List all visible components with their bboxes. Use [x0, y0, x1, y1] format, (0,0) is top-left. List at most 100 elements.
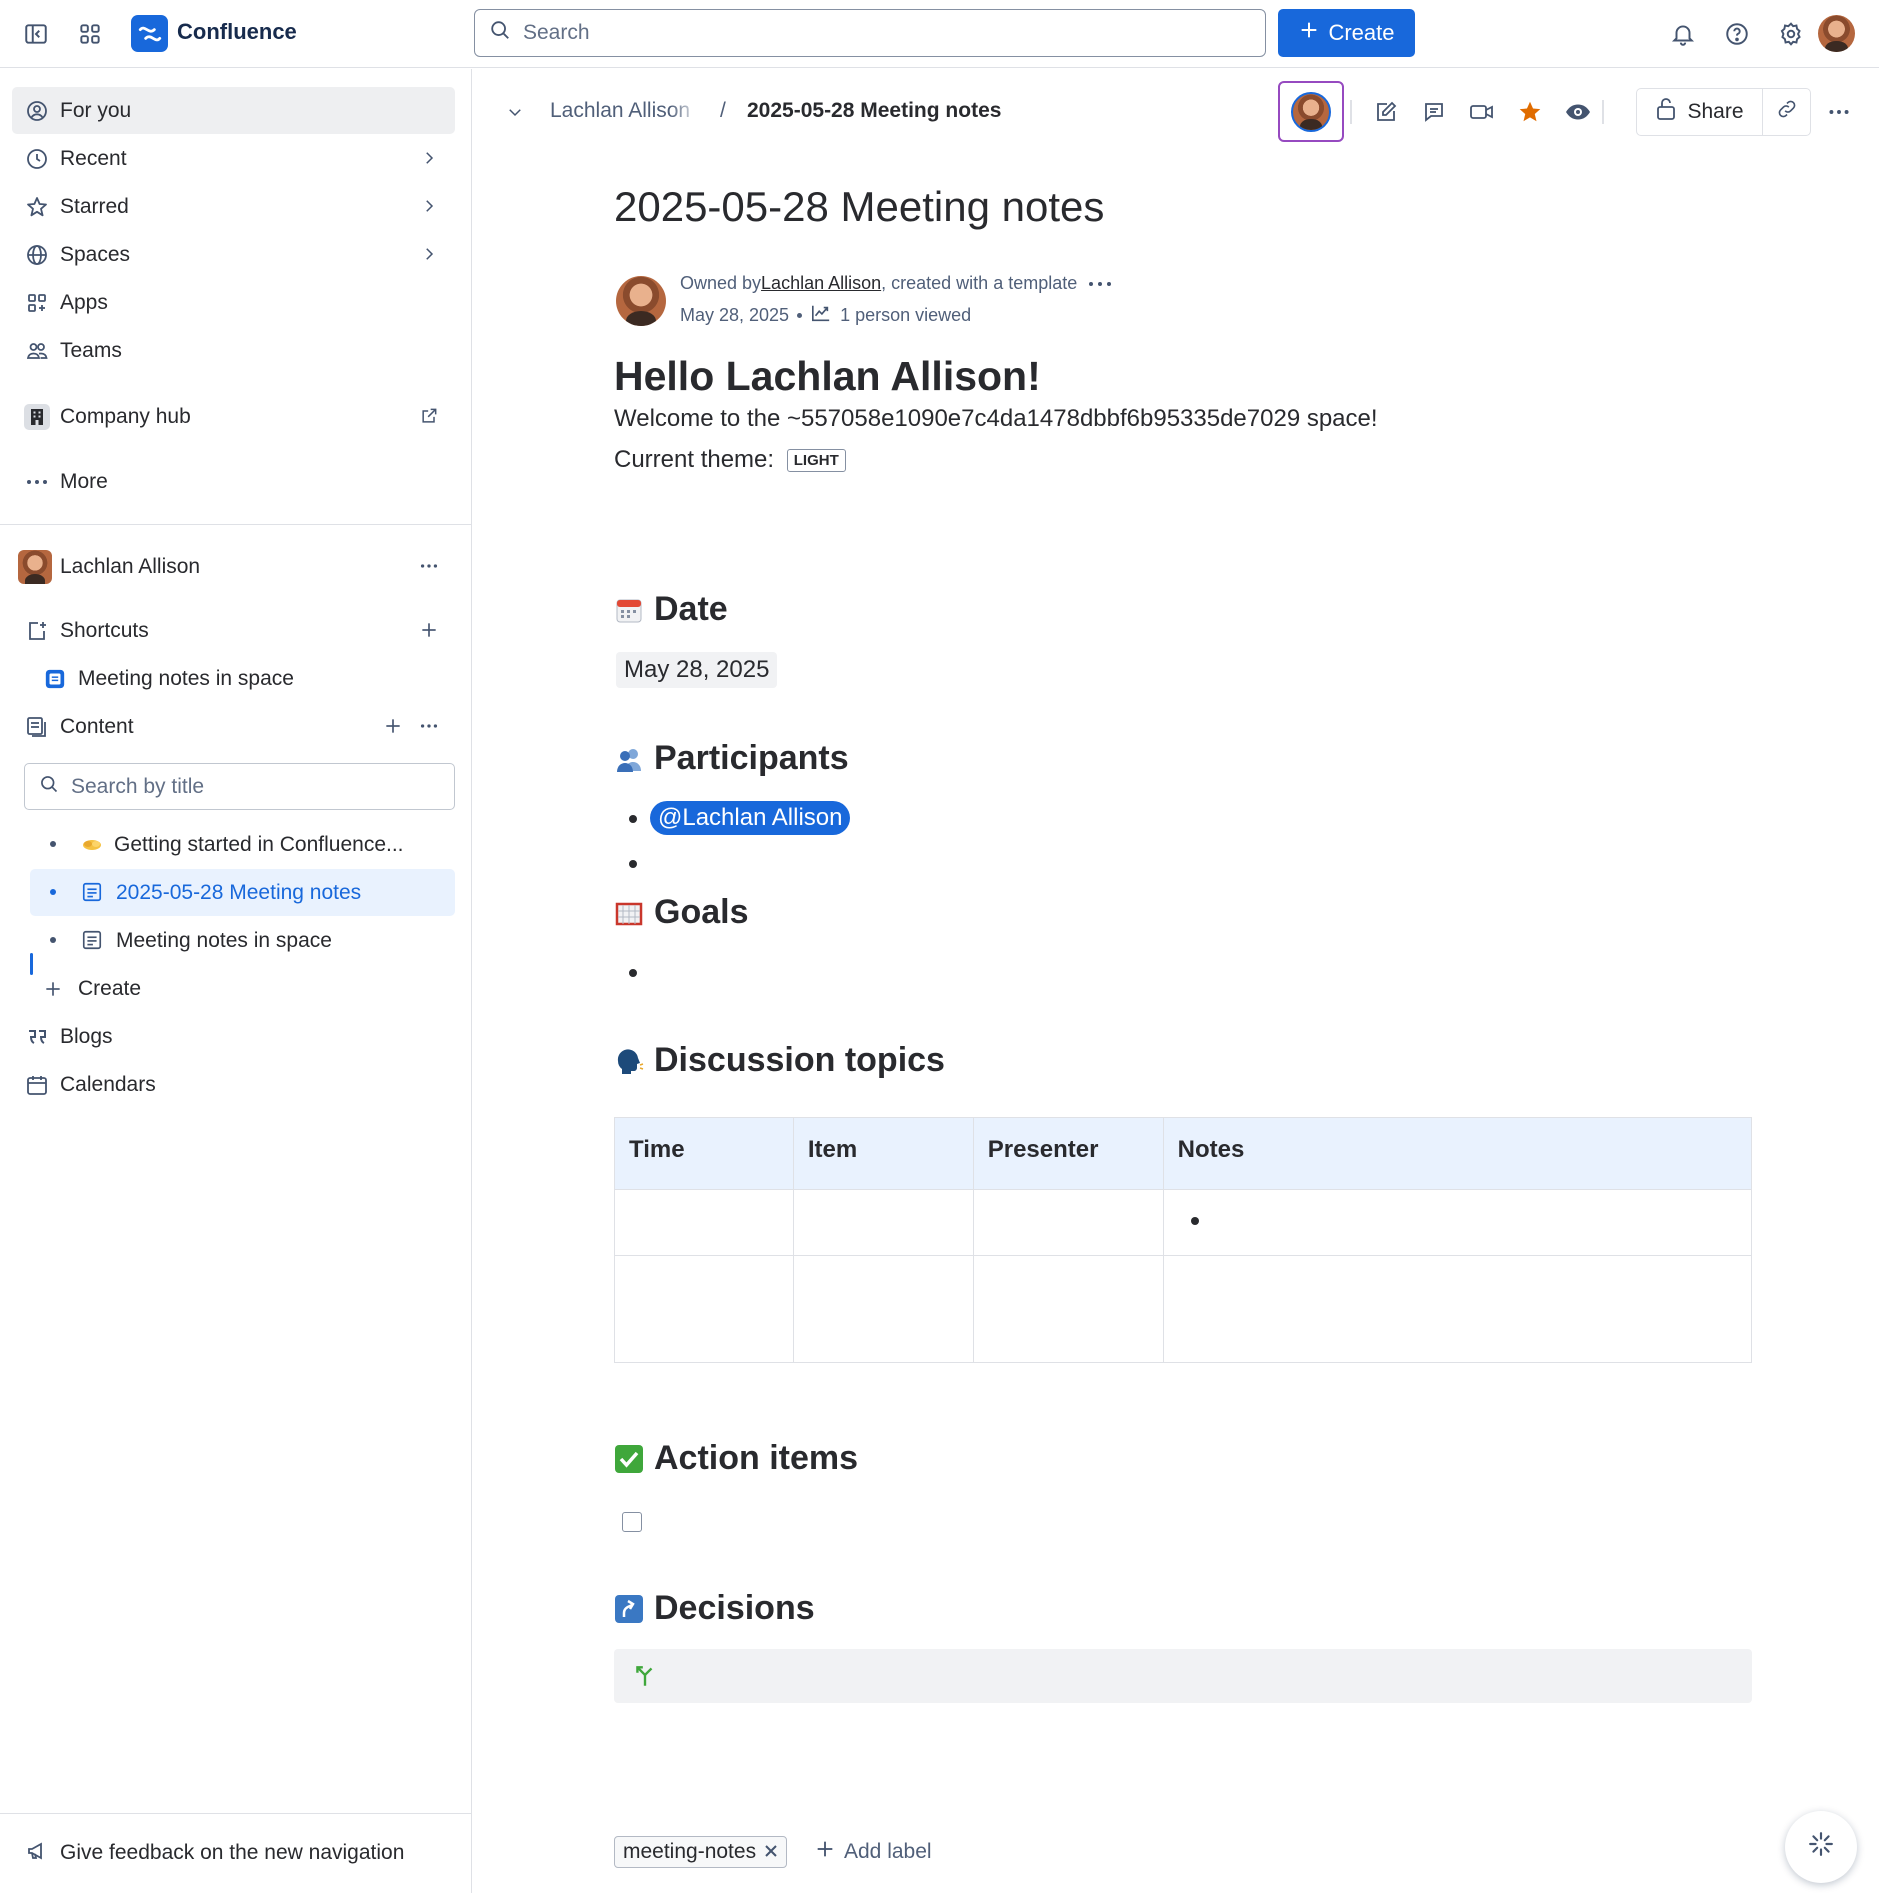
sidebar-item-teams[interactable]: Teams: [12, 327, 455, 374]
sidebar-toggle-icon[interactable]: [16, 14, 56, 54]
star-icon: [24, 194, 50, 220]
megaphone-icon: [24, 1838, 50, 1864]
user-mention[interactable]: @Lachlan Allison: [650, 801, 851, 835]
decisions-heading: Decisions: [614, 1589, 815, 1628]
table-row: [614, 1189, 1753, 1256]
sidebar-item-calendars[interactable]: Calendars: [12, 1061, 455, 1108]
sidebar-item-blogs[interactable]: Blogs: [12, 1013, 455, 1060]
quote-icon: [24, 1024, 50, 1050]
hello-heading: Hello Lachlan Allison!: [614, 353, 1041, 399]
label-chip[interactable]: meeting-notes: [614, 1836, 788, 1868]
table-cell[interactable]: [1162, 1189, 1753, 1256]
table-row: [614, 1255, 1753, 1363]
date-lozenge[interactable]: May 28, 2025: [616, 652, 778, 688]
views-count[interactable]: 1 person viewed: [840, 305, 971, 326]
sidebar-item-for-you[interactable]: For you: [12, 87, 455, 134]
chevron-down-icon[interactable]: [500, 97, 530, 127]
list-bullet: [629, 969, 637, 977]
more-dots-icon[interactable]: [1087, 273, 1113, 294]
sidebar-item-shortcuts[interactable]: Shortcuts: [12, 607, 455, 654]
add-content-plus-icon[interactable]: [381, 714, 405, 738]
table-header-cell[interactable]: Notes: [1162, 1117, 1753, 1190]
table-header-cell[interactable]: Item: [792, 1117, 974, 1190]
calendar-emoji-icon: [614, 595, 644, 625]
dot-separator: [797, 313, 803, 318]
shortcut-meeting-notes-in-space[interactable]: Meeting notes in space: [12, 655, 455, 702]
watch-eye-icon[interactable]: [1561, 95, 1595, 129]
space-header[interactable]: Lachlan Allison: [12, 543, 455, 590]
confluence-logo-icon[interactable]: [131, 15, 168, 52]
share-button[interactable]: Share: [1636, 88, 1763, 136]
sidebar-item-label: Blogs: [60, 1024, 113, 1048]
star-filled-icon[interactable]: [1513, 95, 1547, 129]
search-icon: [489, 19, 511, 47]
app-name[interactable]: Confluence: [177, 19, 297, 45]
video-icon[interactable]: [1465, 95, 1499, 129]
table-cell[interactable]: [614, 1255, 794, 1363]
more-actions-icon[interactable]: [1822, 95, 1856, 129]
sidebar-item-more[interactable]: More: [12, 458, 455, 505]
tree-item-current-page[interactable]: 2025-05-28 Meeting notes: [30, 869, 455, 916]
table-cell[interactable]: [972, 1255, 1164, 1363]
search-by-title-input[interactable]: Search by title: [24, 763, 455, 810]
owner-link[interactable]: Lachlan Allison: [761, 273, 881, 294]
remove-label-close-icon[interactable]: [764, 1840, 778, 1864]
copy-link-button[interactable]: [1763, 88, 1811, 136]
create-button-label: Create: [1328, 20, 1395, 45]
external-link-icon[interactable]: [417, 404, 441, 428]
sparkle-assistant-button[interactable]: [1785, 1811, 1857, 1883]
tree-item-label: Meeting notes in space: [116, 928, 332, 952]
more-dots-icon[interactable]: [417, 554, 441, 578]
global-search-input[interactable]: Search: [474, 9, 1266, 57]
add-label-text: Add label: [844, 1840, 932, 1863]
chevron-right-icon[interactable]: [417, 242, 441, 266]
sidebar-item-recent[interactable]: Recent: [12, 135, 455, 182]
section-title: Goals: [654, 893, 749, 931]
table-cell[interactable]: [1162, 1255, 1753, 1363]
table-cell[interactable]: [792, 1255, 974, 1363]
breadcrumb-current-page[interactable]: 2025-05-28 Meeting notes: [747, 99, 1001, 123]
theme-status-lozenge: LIGHT: [786, 449, 846, 472]
more-dots-icon[interactable]: [417, 714, 441, 738]
action-item-checkbox[interactable]: [622, 1512, 642, 1532]
handshake-emoji-icon: [80, 832, 104, 856]
sidebar-item-label: Recent: [60, 146, 127, 170]
profile-avatar[interactable]: [1818, 15, 1855, 52]
sidebar-item-content[interactable]: Content: [12, 703, 455, 750]
edit-pencil-icon[interactable]: [1369, 95, 1403, 129]
feedback-link[interactable]: Give feedback on the new navigation: [0, 1813, 472, 1893]
decision-fork-icon: [632, 1663, 658, 1689]
app-switcher-icon[interactable]: [70, 14, 110, 54]
chevron-right-icon[interactable]: [417, 146, 441, 170]
settings-gear-icon[interactable]: [1771, 14, 1811, 54]
chevron-right-icon[interactable]: [417, 194, 441, 218]
add-shortcut-plus-icon[interactable]: [417, 618, 441, 642]
toolbar-divider: [1350, 100, 1352, 124]
table-cell[interactable]: [972, 1189, 1164, 1256]
sidebar-item-apps[interactable]: Apps: [12, 279, 455, 326]
table-header-cell[interactable]: Time: [614, 1117, 794, 1190]
calendar-icon: [24, 1072, 50, 1098]
table-cell[interactable]: [614, 1189, 794, 1256]
building-icon: [24, 404, 50, 430]
sidebar-item-starred[interactable]: Starred: [12, 183, 455, 230]
breadcrumb-space[interactable]: Lachlan Allison: [550, 99, 700, 123]
sidebar-item-spaces[interactable]: Spaces: [12, 231, 455, 278]
breadcrumb-separator: /: [720, 99, 726, 122]
owner-avatar[interactable]: [616, 276, 666, 326]
tree-item-meeting-notes-in-space[interactable]: Meeting notes in space: [30, 917, 455, 964]
table-header-cell[interactable]: Presenter: [972, 1117, 1164, 1190]
add-label-button[interactable]: Add label: [814, 1838, 932, 1866]
table-cell[interactable]: [792, 1189, 974, 1256]
create-button[interactable]: Create: [1278, 9, 1415, 57]
comment-icon[interactable]: [1417, 95, 1451, 129]
space-name: Lachlan Allison: [60, 554, 201, 578]
notifications-bell-icon[interactable]: [1663, 14, 1703, 54]
sidebar-item-company-hub[interactable]: Company hub: [12, 393, 455, 440]
help-icon[interactable]: [1717, 14, 1757, 54]
tree-create-button[interactable]: Create: [12, 965, 455, 1012]
decision-item[interactable]: [614, 1649, 1752, 1703]
tree-item-getting-started[interactable]: Getting started in Confluence...: [30, 821, 455, 868]
collaborator-avatar-button[interactable]: [1278, 81, 1344, 142]
action-items-heading: Action items: [614, 1439, 858, 1478]
